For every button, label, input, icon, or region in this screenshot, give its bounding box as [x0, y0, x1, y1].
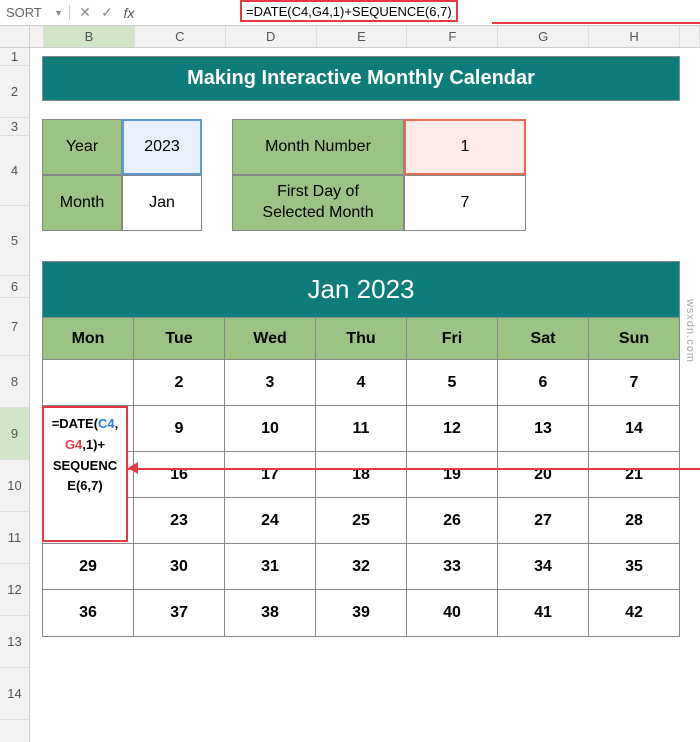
row-header[interactable]: 1	[0, 48, 29, 66]
calendar-cell[interactable]: 32	[316, 544, 407, 590]
sheet-grid[interactable]: Making Interactive Monthly Calendar Year…	[30, 48, 700, 742]
col-header-G[interactable]: G	[498, 26, 589, 47]
calendar-cell[interactable]: 26	[407, 498, 498, 544]
calendar-cell[interactable]: 16	[134, 452, 225, 498]
col-header-H[interactable]: H	[589, 26, 680, 47]
calendar-cell[interactable]: 37	[134, 590, 225, 636]
first-day-label: First Day ofSelected Month	[232, 175, 404, 231]
calendar-cell[interactable]: 4	[316, 360, 407, 406]
calendar-cell[interactable]: 29	[43, 544, 134, 590]
column-headers: B C D E F G H	[0, 26, 700, 48]
col-header-D[interactable]: D	[226, 26, 317, 47]
calendar-cell[interactable]	[43, 360, 134, 406]
calendar-cell[interactable]: 9	[134, 406, 225, 452]
calendar-day-header: Fri	[407, 318, 498, 360]
month-number-label: Month Number	[232, 119, 404, 175]
fx-icon[interactable]: fx	[118, 5, 140, 21]
calendar-day-header: Mon	[43, 318, 134, 360]
row-header[interactable]: 3	[0, 118, 29, 136]
arrow-head-icon	[128, 462, 138, 474]
month-value-cell[interactable]: Jan	[122, 175, 202, 231]
calendar-cell[interactable]: 27	[498, 498, 589, 544]
accept-icon[interactable]: ✓	[96, 4, 118, 21]
calendar-cell[interactable]: 39	[316, 590, 407, 636]
calendar-cell[interactable]: 20	[498, 452, 589, 498]
arrow-line	[492, 22, 700, 24]
name-box[interactable]: SORT ▼	[0, 5, 70, 20]
formula-bar-buttons: ✕ ✓ fx	[70, 4, 144, 21]
row-header[interactable]: 9	[0, 408, 29, 460]
calendar-title: Jan 2023	[43, 262, 679, 318]
col-header[interactable]	[30, 26, 44, 47]
cancel-icon[interactable]: ✕	[74, 4, 96, 21]
formula-highlight: =DATE(C4,G4,1)+SEQUENCE(6,7)	[240, 0, 458, 22]
first-day-value-cell[interactable]: 7	[404, 175, 526, 231]
row-headers: 1234567891011121314	[0, 48, 30, 742]
row-header[interactable]: 10	[0, 460, 29, 512]
row-header[interactable]: 14	[0, 668, 29, 720]
calendar-cell[interactable]: 19	[407, 452, 498, 498]
calendar-cell[interactable]: 33	[407, 544, 498, 590]
row-header[interactable]: 12	[0, 564, 29, 616]
calendar-cell[interactable]: 2	[134, 360, 225, 406]
page-title: Making Interactive Monthly Calendar	[42, 56, 680, 101]
calendar-cell[interactable]: 13	[498, 406, 589, 452]
calendar-cell[interactable]: 3	[225, 360, 316, 406]
calendar-day-header: Tue	[134, 318, 225, 360]
calendar-day-header: Sat	[498, 318, 589, 360]
calendar-cell[interactable]: 41	[498, 590, 589, 636]
row-header[interactable]: 6	[0, 276, 29, 298]
calendar-cell[interactable]: 28	[589, 498, 679, 544]
calendar-cell[interactable]: 36	[43, 590, 134, 636]
calendar-cell[interactable]: 30	[134, 544, 225, 590]
calendar-cell[interactable]: 31	[225, 544, 316, 590]
calendar-cell[interactable]: 25	[316, 498, 407, 544]
col-header-B[interactable]: B	[44, 26, 135, 47]
calendar-cell[interactable]: 35	[589, 544, 679, 590]
col-header-E[interactable]: E	[317, 26, 408, 47]
row-header[interactable]: 4	[0, 136, 29, 206]
name-box-dropdown-icon[interactable]: ▼	[54, 8, 63, 18]
calendar-cell[interactable]: 38	[225, 590, 316, 636]
year-label: Year	[42, 119, 122, 175]
calendar-cell[interactable]: 11	[316, 406, 407, 452]
row-header[interactable]: 11	[0, 512, 29, 564]
row-header[interactable]: 13	[0, 616, 29, 668]
select-all-corner[interactable]	[0, 26, 30, 47]
calendar-cell[interactable]: 34	[498, 544, 589, 590]
calendar-cell[interactable]: 7	[589, 360, 679, 406]
calendar-cell[interactable]: 10	[225, 406, 316, 452]
row-header[interactable]: 7	[0, 298, 29, 356]
calendar-day-header: Sun	[589, 318, 679, 360]
calendar-day-header: Thu	[316, 318, 407, 360]
calendar-cell[interactable]: 24	[225, 498, 316, 544]
calendar-cell[interactable]: 21	[589, 452, 679, 498]
calendar-cell[interactable]: 6	[498, 360, 589, 406]
active-cell-editor[interactable]: =DATE(C4, G4,1)+ SEQUENC E(6,7)	[42, 406, 128, 542]
calendar-cell[interactable]: 17	[225, 452, 316, 498]
calendar-cell[interactable]: 12	[407, 406, 498, 452]
calendar-cell[interactable]: 5	[407, 360, 498, 406]
year-value-cell[interactable]: 2023	[122, 119, 202, 175]
col-header-blank[interactable]	[680, 26, 700, 47]
calendar: Jan 2023 MonTueWedThuFriSatSun 234567910…	[42, 261, 680, 637]
name-box-value: SORT	[6, 5, 42, 20]
calendar-cell[interactable]: 18	[316, 452, 407, 498]
col-header-C[interactable]: C	[135, 26, 226, 47]
row-header[interactable]: 2	[0, 66, 29, 118]
month-number-cell[interactable]: 1	[404, 119, 526, 175]
calendar-day-header: Wed	[225, 318, 316, 360]
calendar-cell[interactable]: 42	[589, 590, 679, 636]
calendar-cell[interactable]: 23	[134, 498, 225, 544]
month-label: Month	[42, 175, 122, 231]
col-header-F[interactable]: F	[407, 26, 498, 47]
calendar-cell[interactable]: 40	[407, 590, 498, 636]
calendar-cell[interactable]: 14	[589, 406, 679, 452]
row-header[interactable]: 5	[0, 206, 29, 276]
formula-text: =DATE(C4,G4,1)+SEQUENCE(6,7)	[246, 4, 452, 19]
row-header[interactable]: 8	[0, 356, 29, 408]
arrow-line	[128, 468, 700, 470]
watermark: wsxdn.com	[684, 299, 696, 363]
